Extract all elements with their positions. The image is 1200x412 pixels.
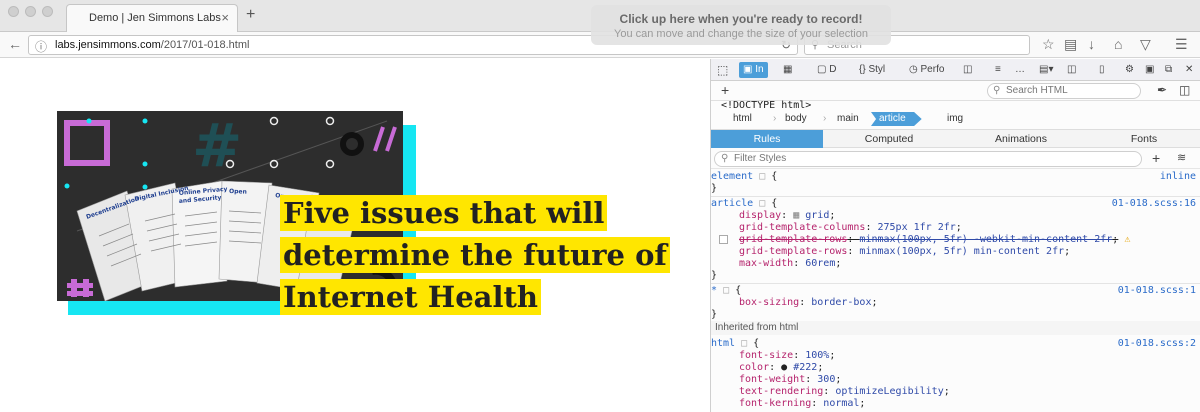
tab-computed[interactable]: Computed: [823, 130, 955, 148]
headline-line-2: determine the future of: [280, 237, 670, 273]
filter-placeholder: Filter Styles: [734, 153, 787, 164]
filter-row: ⚲ Filter Styles + ≋: [711, 149, 1200, 169]
pseudo-class-toggle-icon[interactable]: ≋: [1177, 151, 1186, 164]
undock-icon[interactable]: ⧉: [1165, 62, 1172, 78]
tab-inspector[interactable]: ▣ In: [739, 62, 768, 78]
breadcrumb-separator-icon: ›: [773, 113, 777, 124]
headline-line-3: Internet Health: [280, 279, 541, 315]
devtools-toolbar: ⬚ ▣ In ▦ ▢ D {} Styl ◷ Perfo ◫ ≡ … ▤▾ ◫ …: [711, 59, 1200, 81]
pick-element-icon[interactable]: ⬚: [717, 62, 728, 78]
rule-source-universal[interactable]: 01-018.scss:1: [1118, 285, 1196, 296]
search-html-icon: ⚲: [993, 85, 1001, 96]
doctype-node[interactable]: <!DOCTYPE html>: [721, 100, 811, 111]
filter-styles-input[interactable]: ⚲ Filter Styles: [714, 151, 1142, 167]
tab-memory[interactable]: ◫: [963, 62, 972, 78]
tab-close-icon[interactable]: ×: [221, 10, 229, 25]
tab-style-editor[interactable]: {} Styl: [859, 62, 885, 78]
new-tab-icon[interactable]: +: [246, 6, 255, 24]
layout-toggle-icon[interactable]: ▤▾: [1039, 62, 1053, 78]
declaration-grid-template-columns[interactable]: grid-template-columns: 275px 1fr 2fr;: [711, 222, 1200, 234]
home-icon[interactable]: ⌂: [1114, 37, 1122, 51]
add-rule-icon[interactable]: +: [1152, 150, 1160, 166]
close-window-button[interactable]: [8, 6, 19, 17]
tab-console[interactable]: ▦: [783, 62, 792, 78]
search-html-input[interactable]: ⚲ Search HTML: [987, 83, 1141, 99]
recording-overlay-title: Click up here when you're ready to recor…: [619, 12, 863, 26]
tab-performance[interactable]: ◷ Perfo: [909, 62, 944, 78]
color-swatch-icon[interactable]: ●: [781, 362, 787, 373]
menu-icon[interactable]: ☰: [1175, 37, 1188, 51]
breadcrumb-img[interactable]: img: [947, 112, 963, 126]
rule-element[interactable]: element □ {: [711, 171, 1200, 183]
breadcrumb-body[interactable]: body: [785, 112, 807, 126]
sidebar-toggle-icon[interactable]: ◫: [1067, 62, 1076, 78]
svg-text:Open: Open: [229, 188, 247, 196]
dock-icon[interactable]: ▣: [1145, 62, 1154, 78]
recording-overlay-subtitle: You can move and change the size of your…: [614, 28, 868, 40]
bookmark-star-icon[interactable]: ☆: [1042, 37, 1055, 51]
declaration-text-rendering[interactable]: text-rendering: optimizeLegibility;: [711, 386, 1200, 398]
declaration-grid-template-rows[interactable]: grid-template-rows: minmax(100px, 5fr) m…: [711, 246, 1200, 258]
rule-divider: [711, 283, 1200, 284]
tab-rules[interactable]: Rules: [711, 130, 823, 148]
recording-overlay[interactable]: Click up here when you're ready to recor…: [591, 5, 891, 45]
rule-source-html[interactable]: 01-018.scss:2: [1118, 338, 1196, 349]
rule-close: }: [711, 309, 718, 320]
declaration-max-width[interactable]: max-width: 60rem;: [711, 258, 1200, 270]
add-node-icon[interactable]: +: [721, 82, 729, 98]
tab-title: Demo | Jen Simmons Labs: [89, 12, 221, 24]
breadcrumb: html › body › main article img: [711, 111, 1200, 127]
declaration-grid-template-rows-invalid[interactable]: grid-template-rows: minmax(100px, 5fr) -…: [711, 234, 1200, 246]
rule-close: }: [711, 270, 718, 281]
rule-source-inline[interactable]: inline: [1160, 171, 1196, 182]
declaration-display[interactable]: display: ▦ grid;: [711, 210, 1200, 222]
minimize-window-button[interactable]: [25, 6, 36, 17]
maximize-window-button[interactable]: [42, 6, 53, 17]
tab-more[interactable]: …: [1015, 62, 1025, 78]
rule-source-article[interactable]: 01-018.scss:16: [1112, 198, 1196, 209]
breadcrumb-separator-icon: ›: [823, 113, 827, 124]
back-arrow-icon[interactable]: ←: [8, 37, 22, 51]
tab-animations[interactable]: Animations: [955, 130, 1087, 148]
url-text: labs.jensimmons.com/2017/01-018.html: [55, 39, 250, 51]
download-icon[interactable]: ↓: [1088, 37, 1095, 51]
warning-icon: ⚠: [1124, 234, 1131, 245]
sidebar-tabs: Rules Computed Animations Fonts: [711, 129, 1200, 148]
headline-line-1: Five issues that will: [280, 195, 608, 231]
tab-network[interactable]: ≡: [995, 62, 1001, 78]
page-content: # Decentralization Digital Inclusion Onl…: [0, 59, 710, 412]
breadcrumb-html[interactable]: html: [733, 112, 752, 126]
breadcrumb-main[interactable]: main: [837, 112, 859, 126]
close-devtools-icon[interactable]: ✕: [1185, 62, 1193, 78]
declaration-color[interactable]: color: ● #222;: [711, 362, 1200, 374]
rule-divider: [711, 196, 1200, 197]
reading-list-icon[interactable]: ▤: [1064, 37, 1077, 51]
info-icon[interactable]: ⓘ: [35, 38, 47, 55]
devtools-markup-toolbar: + ⚲ Search HTML ✒ ◫: [711, 81, 1200, 101]
rule-close: }: [711, 183, 718, 194]
devtools-panel: ⬚ ▣ In ▦ ▢ D {} Styl ◷ Perfo ◫ ≡ … ▤▾ ◫ …: [710, 59, 1200, 412]
svg-text:#: #: [192, 111, 242, 181]
search-html-placeholder: Search HTML: [1006, 85, 1068, 96]
eyedropper-icon[interactable]: ✒: [1157, 83, 1167, 97]
filter-icon: ⚲: [721, 153, 729, 164]
settings-gear-icon[interactable]: ⚙: [1125, 62, 1134, 78]
declaration-font-kerning[interactable]: font-kerning: normal;: [711, 398, 1200, 410]
tab-fonts[interactable]: Fonts: [1087, 130, 1200, 148]
pocket-icon[interactable]: ▽: [1140, 37, 1151, 51]
declaration-checkbox[interactable]: [719, 235, 728, 244]
declaration-font-weight[interactable]: font-weight: 300;: [711, 374, 1200, 386]
declaration-box-sizing[interactable]: box-sizing: border-box;: [711, 297, 1200, 309]
browser-tab[interactable]: Demo | Jen Simmons Labs ×: [66, 4, 238, 32]
toggle-sidebar-icon[interactable]: ◫: [1179, 83, 1190, 97]
tab-debugger[interactable]: ▢ D: [817, 62, 836, 78]
declaration-font-size[interactable]: font-size: 100%;: [711, 350, 1200, 362]
inherited-header: Inherited from html: [711, 321, 1200, 335]
breadcrumb-article[interactable]: article: [871, 112, 922, 126]
responsive-mode-icon[interactable]: ▯: [1099, 62, 1105, 78]
